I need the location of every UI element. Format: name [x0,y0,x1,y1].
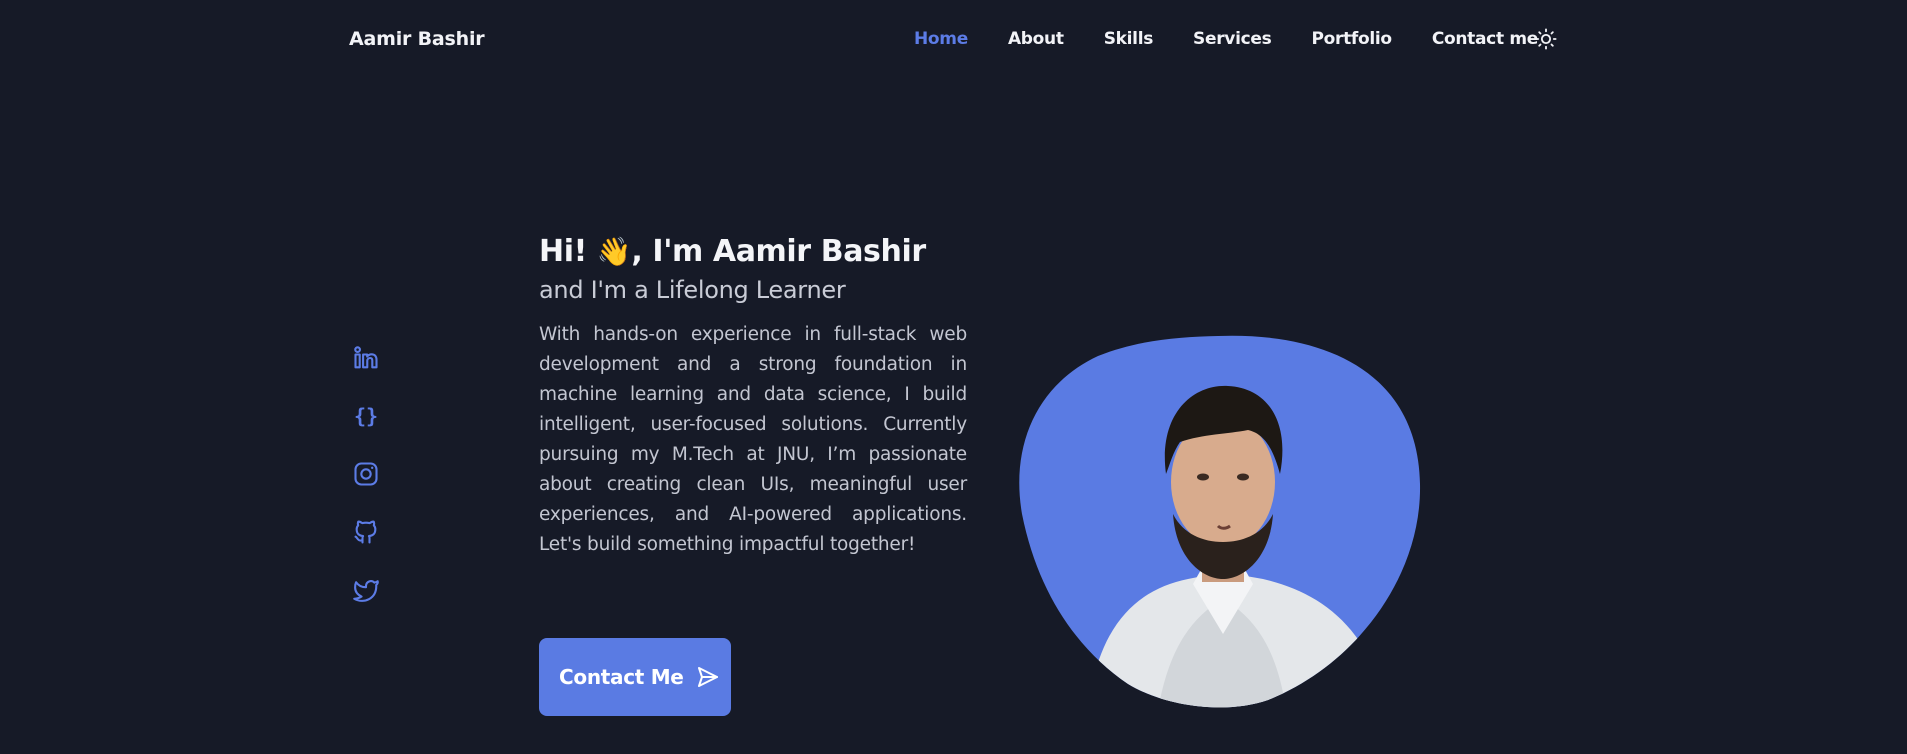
theme-toggle-button[interactable] [1535,28,1557,50]
sun-icon [1535,28,1557,50]
social-links: {} [352,344,380,634]
greeting-prefix: Hi! [539,234,587,269]
hero-description: With hands-on experience in full-stack w… [539,324,967,555]
greeting-name: , I'm Aamir Bashir [631,234,926,269]
linkedin-icon[interactable] [352,344,380,372]
braces-icon[interactable]: {} [352,402,380,430]
nav-home[interactable]: Home [914,29,968,49]
hero-text: Hi! 👋, I'm Aamir Bashir and I'm a Lifelo… [539,232,967,560]
nav-portfolio[interactable]: Portfolio [1311,29,1392,49]
profile-photo [1019,335,1421,708]
nav-services[interactable]: Services [1193,29,1272,49]
nav-about[interactable]: About [1008,29,1064,49]
hero-title: Hi! 👋, I'm Aamir Bashir [539,232,967,272]
wave-icon: 👋 [596,235,632,268]
contact-me-button[interactable]: Contact Me [539,638,731,716]
nav-contact[interactable]: Contact me [1432,29,1539,49]
github-icon[interactable] [352,518,380,546]
instagram-icon[interactable] [352,460,380,488]
nav-skills[interactable]: Skills [1104,29,1154,49]
main-nav: Home About Skills Services Portfolio Con… [914,29,1578,49]
contact-me-label: Contact Me [559,665,684,689]
site-logo[interactable]: Aamir Bashir [349,28,485,50]
header: Aamir Bashir Home About Skills Services … [0,0,1907,82]
send-icon [697,667,718,687]
hero-subtitle: and I'm a Lifelong Learner [539,276,846,304]
twitter-icon[interactable] [352,576,380,604]
